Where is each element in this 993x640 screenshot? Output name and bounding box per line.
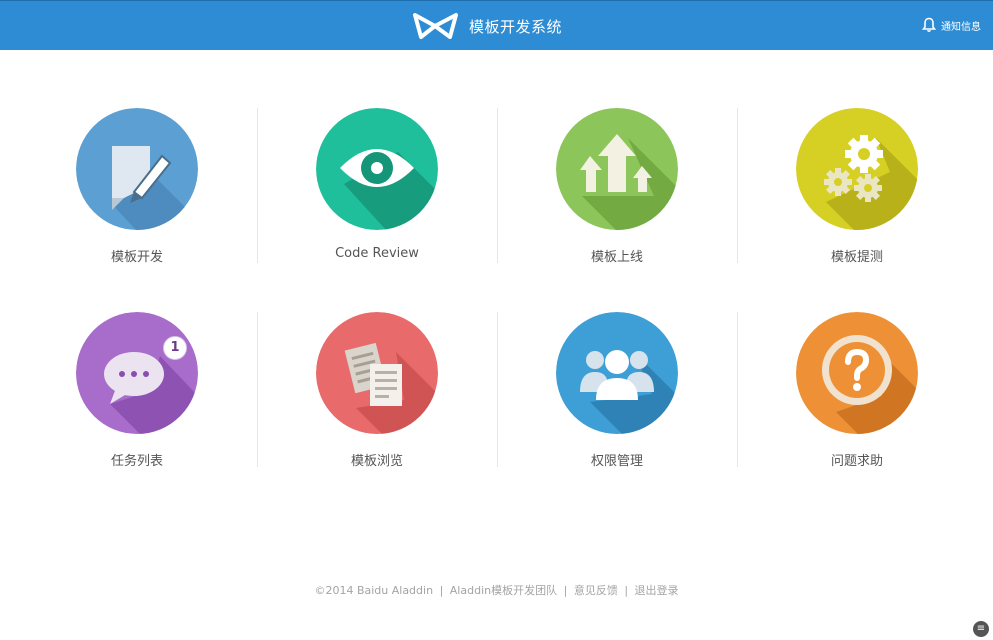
- tile-code-review[interactable]: Code Review: [257, 108, 497, 263]
- notification-button[interactable]: 通知信息: [922, 17, 981, 33]
- footer-separator: |: [563, 584, 568, 597]
- tile-label: 模板浏览: [350, 454, 403, 469]
- tile-icon-circle: [316, 312, 438, 434]
- task-count-badge: 1: [163, 336, 187, 360]
- feedback-link[interactable]: 意见反馈: [574, 584, 618, 597]
- top-header: 模板开发系统 通知信息: [0, 0, 993, 50]
- tile-icon-circle: [316, 108, 438, 230]
- tile-permission-manage[interactable]: 权限管理: [497, 312, 737, 469]
- app-title: 模板开发系统: [469, 17, 563, 36]
- tile-icon-circle: [556, 108, 678, 230]
- footer-separator: |: [624, 584, 629, 597]
- tile-template-online[interactable]: 模板上线: [497, 108, 737, 265]
- users-icon: [556, 312, 678, 434]
- footer: ©2014 Baidu Aladdin | Aladdin模板开发团队 | 意见…: [0, 582, 993, 598]
- question-icon: [796, 312, 918, 434]
- tile-icon-circle: [796, 312, 918, 434]
- logout-link[interactable]: 退出登录: [635, 584, 679, 597]
- tile-label: Code Review: [335, 246, 419, 261]
- chat-bubble-icon: [76, 312, 198, 434]
- tile-template-browse[interactable]: 模板浏览: [257, 312, 497, 469]
- copyright-text: ©2014 Baidu Aladdin: [314, 584, 434, 597]
- tile-label: 模板提测: [830, 250, 883, 265]
- tile-icon-circle: [556, 312, 678, 434]
- tile-label: 模板上线: [590, 250, 643, 265]
- tile-help[interactable]: 问题求助: [737, 312, 977, 469]
- tile-label: 任务列表: [110, 454, 163, 469]
- brand[interactable]: 模板开发系统: [412, 12, 562, 40]
- tile-icon-circle: [796, 108, 918, 230]
- tile-template-dev[interactable]: 模板开发: [17, 108, 257, 265]
- team-link[interactable]: Aladdin模板开发团队: [450, 584, 557, 597]
- documents-icon: [316, 312, 438, 434]
- bell-icon: [922, 17, 936, 32]
- tile-label: 问题求助: [830, 454, 883, 469]
- menu-icon[interactable]: ≡: [973, 621, 989, 637]
- notification-label: 通知信息: [941, 21, 981, 33]
- tile-icon-circle: [76, 108, 198, 230]
- tile-task-list[interactable]: 1 任务列表: [17, 312, 257, 469]
- tile-template-test[interactable]: 模板提测: [737, 108, 977, 265]
- tile-label: 权限管理: [590, 454, 643, 469]
- footer-separator: |: [439, 584, 444, 597]
- edit-document-icon: [76, 108, 198, 230]
- eye-icon: [316, 108, 438, 230]
- upload-arrows-icon: [556, 108, 678, 230]
- tile-label: 模板开发: [110, 250, 163, 265]
- bowtie-logo-icon: [413, 13, 458, 39]
- gears-icon: [796, 108, 918, 230]
- tile-icon-circle: [76, 312, 198, 434]
